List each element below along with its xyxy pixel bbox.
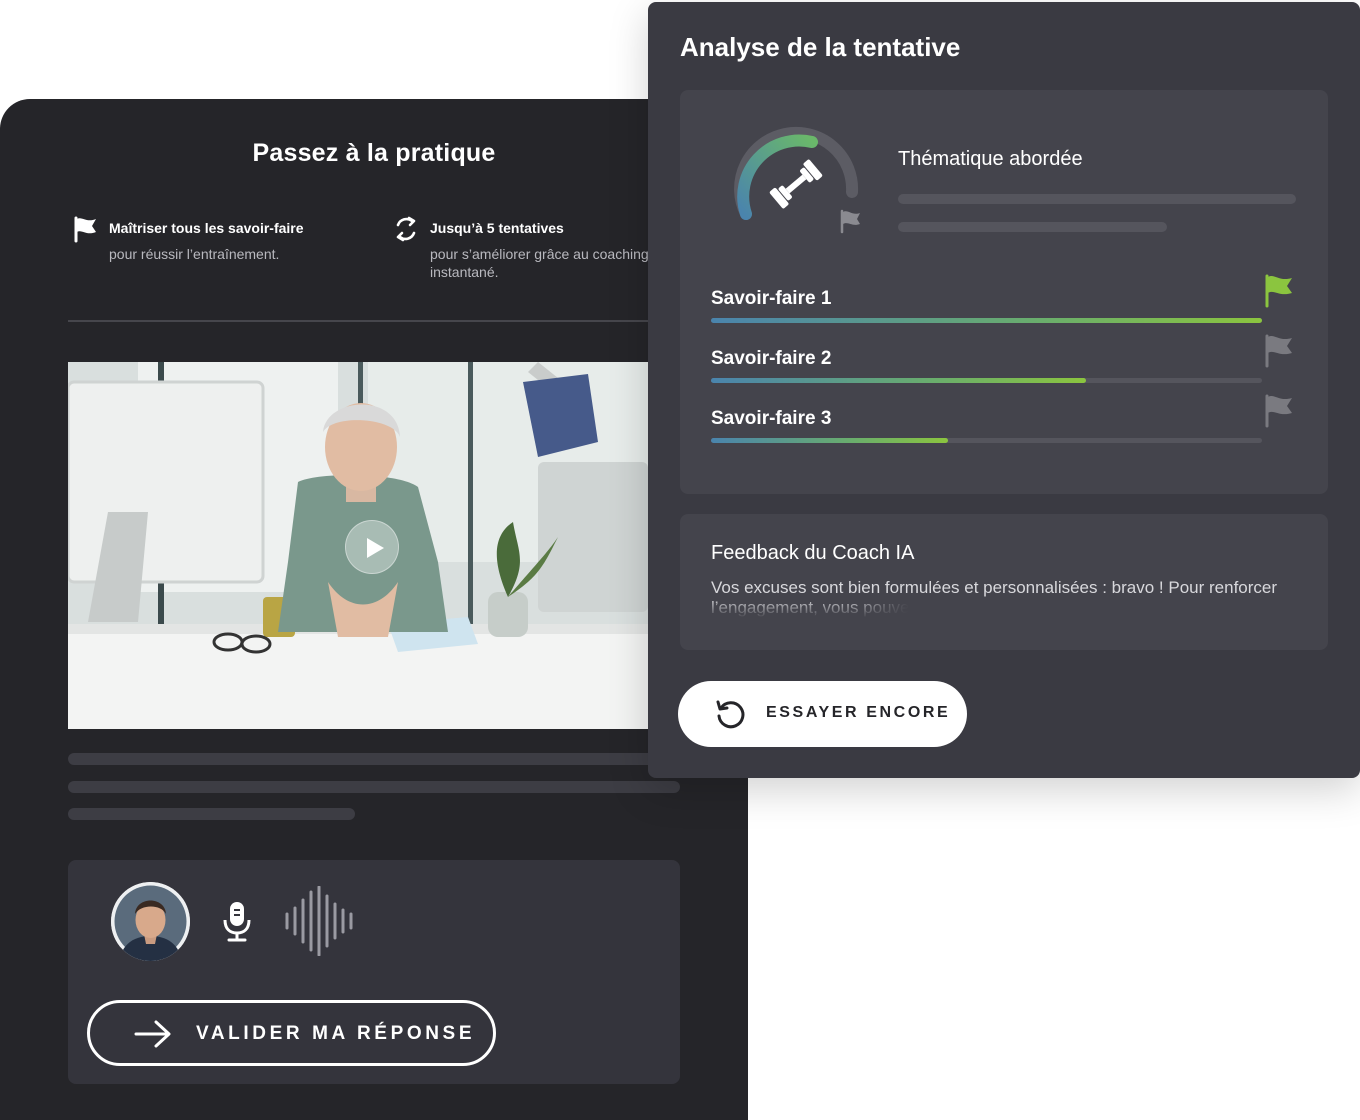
feature-heading: Jusqu’à 5 tentatives — [430, 220, 564, 236]
skill-progress-fill — [711, 438, 948, 443]
flag-icon — [1265, 274, 1292, 308]
arrow-right-icon — [134, 1020, 171, 1048]
retry-button[interactable]: ESSAYER ENCORE — [678, 681, 967, 747]
flag-icon — [840, 209, 860, 234]
play-button[interactable] — [345, 520, 399, 574]
skill-row: Savoir-faire 3 — [711, 394, 1293, 458]
retry-cycle-icon — [396, 216, 416, 242]
coach-feedback-panel: Feedback du Coach IA Vos excuses sont bi… — [680, 514, 1328, 650]
flag-icon — [1265, 394, 1292, 428]
skill-progress-track — [711, 438, 1262, 443]
avatar-image — [111, 882, 190, 961]
feedback-title: Feedback du Coach IA — [711, 542, 915, 564]
dumbbell-icon — [769, 159, 823, 209]
skill-name: Savoir-faire 1 — [711, 288, 832, 309]
microphone-icon[interactable] — [223, 902, 251, 942]
skill-progress-fill — [711, 318, 1262, 323]
skill-progress-fill — [711, 378, 1086, 383]
feedback-text-fade: vous pouve — [822, 598, 910, 617]
validate-answer-label: VALIDER MA RÉPONSE — [196, 1023, 476, 1044]
skill-progress-track — [711, 318, 1262, 323]
feature-heading: Maîtriser tous les savoir-faire — [109, 220, 304, 236]
play-icon — [367, 538, 384, 558]
skill-name: Savoir-faire 3 — [711, 408, 832, 429]
feature-body: pour s’améliorer grâce au coaching insta… — [430, 246, 649, 280]
placeholder-line — [68, 781, 680, 793]
retry-icon — [716, 700, 745, 729]
placeholder-line — [68, 753, 680, 765]
retry-label: ESSAYER ENCORE — [766, 704, 951, 721]
practice-card: Passez à la pratique Maîtriser tous les … — [0, 99, 748, 1120]
video-player[interactable] — [68, 362, 648, 729]
flag-icon — [1265, 334, 1292, 368]
feature-body: pour réussir l’entraînement. — [109, 246, 280, 262]
skill-row: Savoir-faire 2 — [711, 334, 1293, 398]
answer-recorder: VALIDER MA RÉPONSE — [68, 860, 680, 1084]
skill-row: Savoir-faire 1 — [711, 274, 1293, 338]
practice-title: Passez à la pratique — [252, 139, 496, 167]
skills-panel: Thématique abordée Savoir-faire 1 Savoir… — [680, 90, 1328, 494]
skill-name: Savoir-faire 2 — [711, 348, 832, 369]
placeholder-line — [898, 222, 1167, 232]
divider — [68, 320, 648, 322]
analysis-title: Analyse de la tentative — [680, 32, 961, 62]
skill-progress-track — [711, 378, 1262, 383]
audio-waveform-icon — [285, 886, 353, 956]
user-avatar — [111, 882, 190, 961]
theme-gauge — [734, 126, 860, 234]
placeholder-line — [68, 808, 355, 820]
feedback-text-main: Vos excuses sont bien formulées et perso… — [711, 578, 1278, 617]
flag-icon — [74, 216, 96, 243]
theme-label: Thématique abordée — [898, 148, 1083, 170]
validate-answer-button[interactable]: VALIDER MA RÉPONSE — [87, 1000, 496, 1066]
attempt-analysis-card: Analyse de la tentative Thématique abord… — [648, 2, 1360, 778]
placeholder-line — [898, 194, 1296, 204]
feedback-text: Vos excuses sont bien formulées et perso… — [711, 578, 1301, 618]
